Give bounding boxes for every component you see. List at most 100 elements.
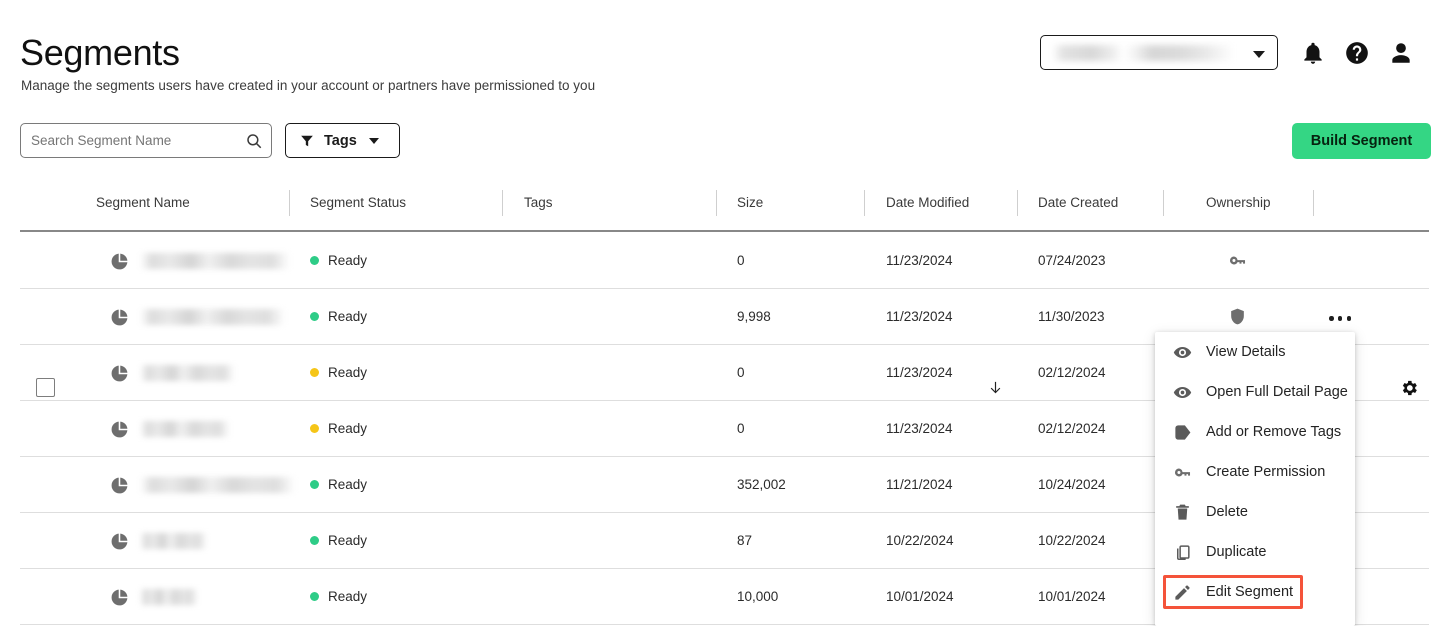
cell-size: 0 bbox=[737, 421, 745, 436]
tags-filter-button[interactable]: Tags bbox=[285, 123, 400, 158]
status-badge: Ready bbox=[310, 252, 367, 269]
column-header-tags[interactable]: Tags bbox=[524, 195, 553, 210]
key-icon[interactable] bbox=[1228, 251, 1247, 270]
cell-date-modified: 11/23/2024 bbox=[886, 421, 953, 436]
cell-date-modified: 10/22/2024 bbox=[886, 533, 954, 548]
column-header-ownership[interactable]: Ownership bbox=[1206, 195, 1271, 210]
cell-date-created: 10/01/2024 bbox=[1038, 589, 1106, 604]
account-select-dropdown[interactable] bbox=[1040, 35, 1278, 70]
status-label: Ready bbox=[328, 421, 368, 436]
menu-item-create-permission[interactable]: Create Permission bbox=[1155, 452, 1355, 492]
tag-icon bbox=[1173, 423, 1192, 442]
page-subtitle: Manage the segments users have created i… bbox=[21, 78, 596, 93]
column-header-segment-status[interactable]: Segment Status bbox=[310, 195, 406, 210]
header-divider bbox=[716, 190, 717, 216]
page-title: Segments bbox=[20, 32, 180, 73]
cell-date-modified: 10/01/2024 bbox=[886, 589, 954, 604]
cell-size: 352,002 bbox=[737, 477, 786, 492]
status-dot bbox=[310, 368, 319, 377]
cell-date-created: 02/12/2024 bbox=[1038, 421, 1106, 436]
search-icon[interactable] bbox=[245, 132, 263, 150]
menu-item-edit-segment[interactable]: Edit Segment bbox=[1155, 572, 1355, 612]
status-label: Ready bbox=[328, 309, 368, 324]
cell-date-created: 11/30/2023 bbox=[1038, 309, 1105, 324]
chevron-down-icon bbox=[368, 137, 379, 144]
pie-chart-icon bbox=[110, 420, 129, 439]
status-label: Ready bbox=[328, 589, 368, 604]
segment-name-redacted bbox=[140, 533, 207, 549]
shield-icon[interactable] bbox=[1228, 307, 1247, 326]
search-segment-name-box[interactable] bbox=[20, 123, 272, 158]
cell-size: 87 bbox=[737, 533, 753, 548]
key-icon bbox=[1173, 463, 1192, 482]
cell-date-created: 02/12/2024 bbox=[1038, 365, 1106, 380]
status-badge: Ready bbox=[310, 532, 367, 549]
status-label: Ready bbox=[328, 477, 368, 492]
eye-icon bbox=[1173, 383, 1192, 402]
notifications-bell-icon[interactable] bbox=[1300, 40, 1326, 66]
menu-item-label: Duplicate bbox=[1206, 544, 1267, 560]
copy-icon bbox=[1173, 543, 1192, 562]
segment-name-redacted bbox=[140, 421, 230, 437]
trash-icon bbox=[1173, 503, 1192, 522]
segments-page: Segments Manage the segments users have … bbox=[0, 0, 1443, 626]
cell-size: 9,998 bbox=[737, 309, 771, 324]
search-input[interactable] bbox=[31, 124, 236, 157]
status-label: Ready bbox=[328, 365, 368, 380]
menu-item-open-full-detail-page[interactable]: Open Full Detail Page bbox=[1155, 372, 1355, 412]
tags-filter-label: Tags bbox=[324, 132, 357, 149]
cell-date-created: 07/24/2023 bbox=[1038, 253, 1106, 268]
status-dot bbox=[310, 256, 319, 265]
table-row[interactable]: Ready 0 11/23/2024 07/24/2023 bbox=[0, 233, 1443, 289]
status-dot bbox=[310, 312, 319, 321]
menu-item-duplicate[interactable]: Duplicate bbox=[1155, 532, 1355, 572]
status-badge: Ready bbox=[310, 588, 367, 605]
header-divider bbox=[1313, 190, 1314, 216]
row-context-menu[interactable]: View Details Open Full Detail Page Add or … bbox=[1155, 332, 1355, 626]
status-label: Ready bbox=[328, 533, 368, 548]
build-segment-button[interactable]: Build Segment bbox=[1292, 123, 1431, 159]
segment-name-redacted bbox=[140, 253, 290, 269]
cell-size: 0 bbox=[737, 365, 745, 380]
segment-name-redacted bbox=[140, 365, 235, 381]
header-divider bbox=[1017, 190, 1018, 216]
menu-item-label: Edit Segment bbox=[1206, 584, 1294, 600]
header-divider bbox=[864, 190, 865, 216]
header-divider bbox=[289, 190, 290, 216]
menu-item-label: Delete bbox=[1206, 504, 1248, 520]
column-header-size[interactable]: Size bbox=[737, 195, 763, 210]
pencil-icon bbox=[1173, 583, 1192, 602]
segment-name-redacted bbox=[140, 477, 295, 493]
help-circle-icon[interactable] bbox=[1344, 40, 1370, 66]
account-name-redacted bbox=[1052, 45, 1234, 61]
menu-item-label: Open Full Detail Page bbox=[1206, 384, 1348, 400]
pie-chart-icon bbox=[110, 532, 129, 551]
eye-icon bbox=[1173, 343, 1192, 362]
cell-date-modified: 11/23/2024 bbox=[886, 253, 953, 268]
status-badge: Ready bbox=[310, 364, 367, 381]
cell-date-created: 10/22/2024 bbox=[1038, 533, 1106, 548]
status-label: Ready bbox=[328, 253, 368, 268]
menu-item-label: Create Permission bbox=[1206, 464, 1326, 480]
status-dot bbox=[310, 480, 319, 489]
menu-item-label: Add or Remove Tags bbox=[1206, 424, 1342, 440]
status-dot bbox=[310, 536, 319, 545]
status-dot bbox=[310, 424, 319, 433]
column-header-date-modified[interactable]: Date Modified bbox=[886, 195, 969, 210]
segment-name-redacted bbox=[140, 309, 285, 325]
column-header-date-created[interactable]: Date Created bbox=[1038, 195, 1118, 210]
cell-date-created: 10/24/2024 bbox=[1038, 477, 1106, 492]
pie-chart-icon bbox=[110, 364, 129, 383]
user-account-icon[interactable] bbox=[1388, 40, 1414, 66]
cell-date-modified: 11/23/2024 bbox=[886, 365, 953, 380]
row-actions-kebab-button[interactable] bbox=[1329, 316, 1351, 321]
cell-size: 0 bbox=[737, 253, 745, 268]
header-rule bbox=[20, 230, 1429, 232]
menu-item-add-or-remove-tags[interactable]: Add or Remove Tags bbox=[1155, 412, 1355, 452]
menu-item-delete[interactable]: Delete bbox=[1155, 492, 1355, 532]
pie-chart-icon bbox=[110, 476, 129, 495]
pie-chart-icon bbox=[110, 588, 129, 607]
menu-item-view-details[interactable]: View Details bbox=[1155, 332, 1355, 372]
column-header-segment-name[interactable]: Segment Name bbox=[96, 195, 190, 210]
status-dot bbox=[310, 592, 319, 601]
